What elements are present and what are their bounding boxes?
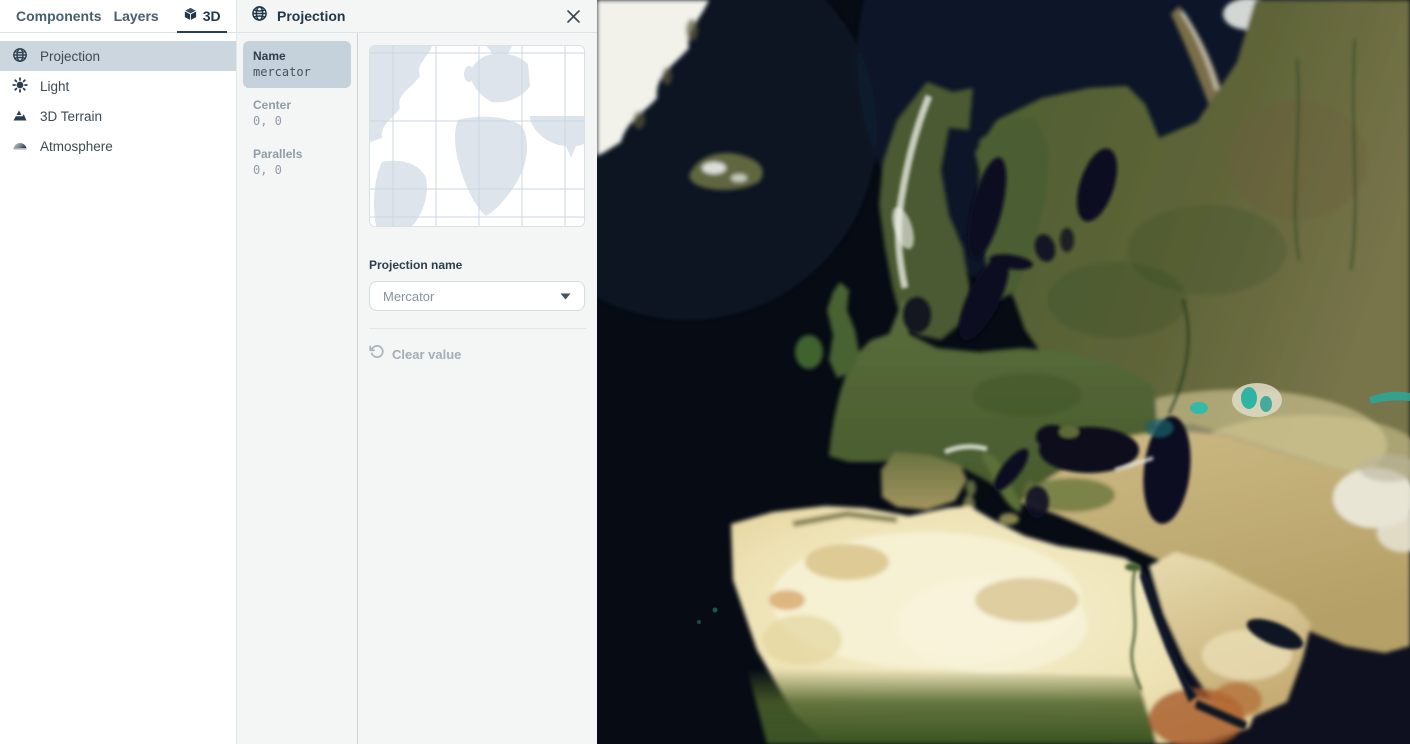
projection-name-label: Projection name [369, 258, 586, 272]
sidebar-item-label: 3D Terrain [40, 109, 102, 124]
property-parallels[interactable]: Parallels 0, 0 [243, 139, 351, 186]
globe-icon [12, 47, 28, 66]
cube-3d-icon [183, 7, 198, 25]
globe-icon [251, 5, 268, 27]
projection-name-dropdown[interactable]: Mercator [369, 281, 585, 311]
sidebar-nav: Projection Light 3D Terrain Atmosphere [0, 33, 236, 161]
projection-panel: Projection Name mercator Center 0, 0 Par… [237, 0, 597, 744]
tab-layers[interactable]: Layers [108, 0, 165, 33]
sidebar-item-label: Projection [40, 49, 100, 64]
property-list: Name mercator Center 0, 0 Parallels 0, 0 [237, 33, 357, 744]
panel-header: Projection [237, 0, 597, 33]
property-label: Center [253, 97, 341, 113]
sidebar-item-atmosphere[interactable]: Atmosphere [0, 131, 236, 161]
undo-icon [369, 344, 384, 364]
tab-layers-label: Layers [114, 8, 159, 24]
sidebar: Components Layers 3D Projection [0, 0, 237, 744]
tab-3d-label: 3D [203, 8, 221, 24]
atmosphere-icon [12, 137, 28, 156]
clear-value-label: Clear value [392, 347, 461, 362]
panel-content: Projection name Mercator Clear value [358, 33, 597, 744]
sidebar-item-projection[interactable]: Projection [0, 41, 236, 71]
light-icon [12, 77, 28, 96]
tab-3d[interactable]: 3D [177, 0, 227, 33]
close-icon[interactable] [563, 6, 583, 26]
sidebar-item-label: Light [40, 79, 69, 94]
sidebar-item-3d-terrain[interactable]: 3D Terrain [0, 101, 236, 131]
property-value: 0, 0 [253, 162, 341, 179]
tab-components-label: Components [16, 8, 102, 24]
property-value: mercator [253, 64, 341, 81]
sidebar-item-label: Atmosphere [40, 139, 113, 154]
property-value: 0, 0 [253, 113, 341, 130]
property-center[interactable]: Center 0, 0 [243, 90, 351, 137]
content-divider [369, 328, 586, 329]
panel-title: Projection [277, 8, 563, 24]
sidebar-item-light[interactable]: Light [0, 71, 236, 101]
sidebar-tabbar: Components Layers 3D [0, 0, 236, 33]
property-label: Name [253, 48, 341, 64]
clear-value-button[interactable]: Clear value [369, 344, 586, 364]
property-label: Parallels [253, 146, 341, 162]
panel-body: Name mercator Center 0, 0 Parallels 0, 0 [237, 33, 597, 744]
map-canvas[interactable] [597, 0, 1410, 744]
projection-preview-map [369, 45, 585, 227]
chevron-down-icon [560, 287, 571, 305]
tab-components[interactable]: Components [10, 0, 108, 33]
satellite-map [597, 0, 1410, 744]
app-root: Components Layers 3D Projection [0, 0, 1410, 744]
dropdown-value: Mercator [383, 289, 560, 304]
property-name[interactable]: Name mercator [243, 41, 351, 88]
terrain-icon [12, 107, 28, 126]
